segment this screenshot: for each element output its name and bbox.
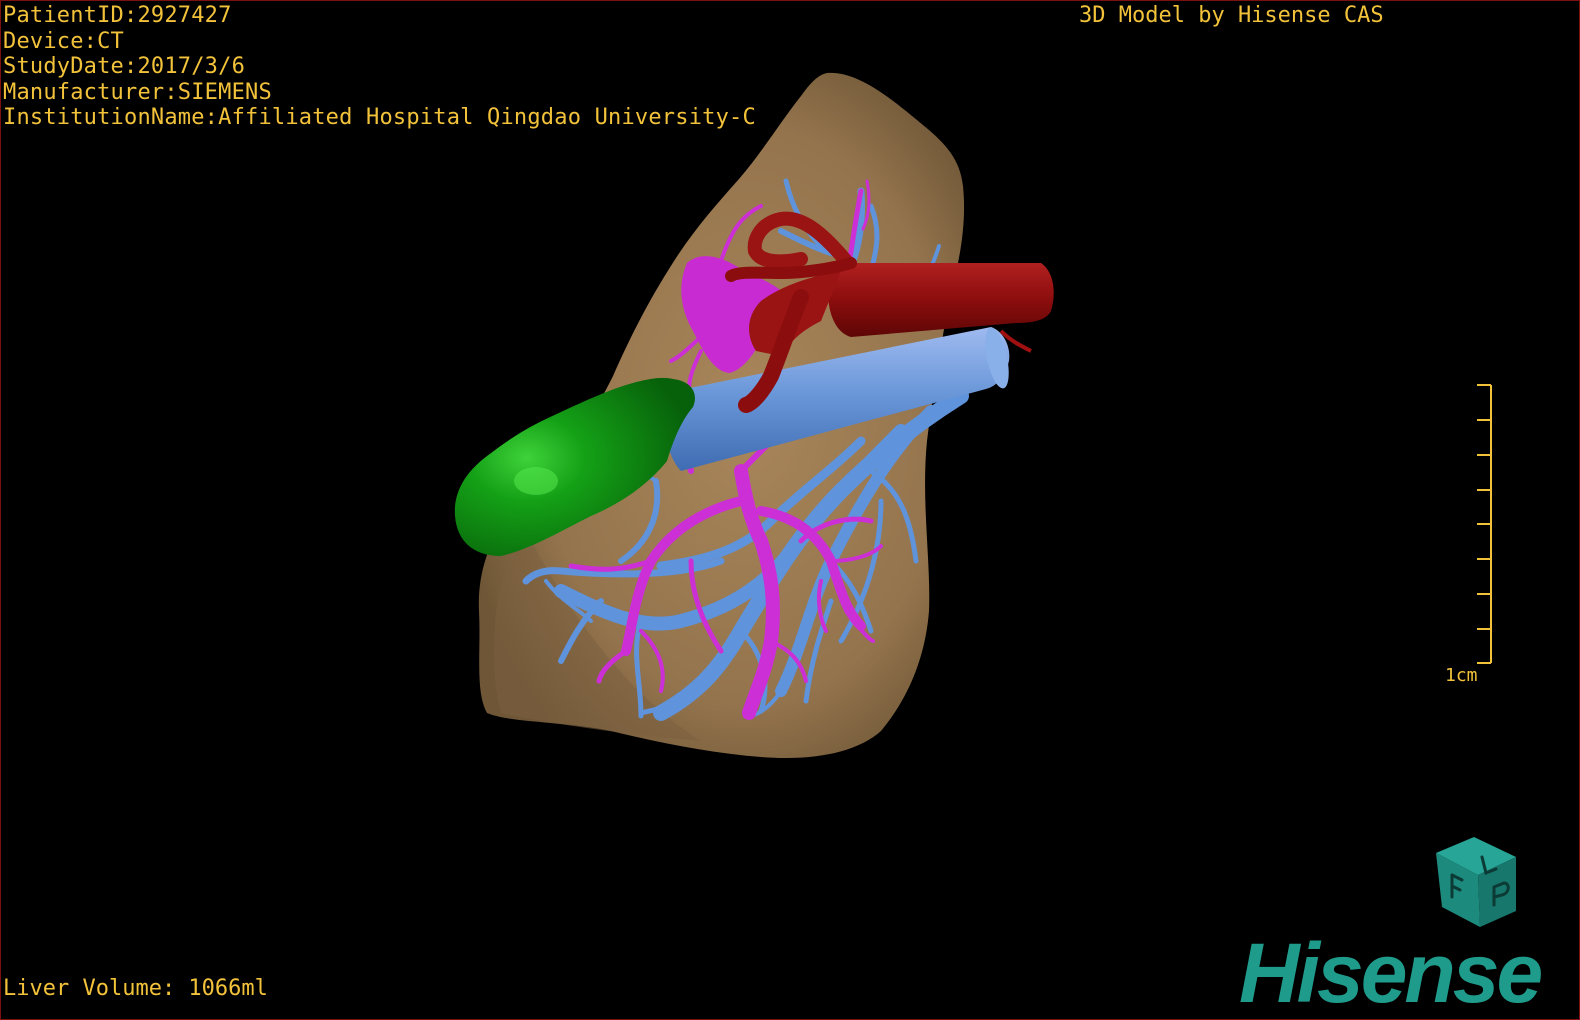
patient-id: PatientID:2927427 (3, 3, 232, 28)
3d-viewport[interactable]: PatientID:2927427 Device:CT StudyDate:20… (0, 0, 1580, 1020)
liver-3d-model[interactable] (1, 1, 1579, 1019)
scale-bar-label: 1cm (1445, 665, 1478, 686)
model-credit: 3D Model by Hisense CAS (1079, 3, 1384, 28)
device: Device:CT (3, 28, 125, 54)
institution-name: InstitutionName:Affiliated Hospital Qing… (3, 105, 756, 130)
liver-volume: Liver Volume: 1066ml (3, 976, 268, 1001)
study-date: StudyDate:2017/3/6 (3, 54, 246, 79)
hisense-logo: Hisense (1239, 926, 1543, 1020)
orientation-cube-icon[interactable] (1416, 831, 1526, 941)
manufacturer: Manufacturer:SIEMENS (3, 79, 272, 105)
dicom-info-panel: PatientID:2927427 Device:CT StudyDate:20… (3, 3, 756, 131)
